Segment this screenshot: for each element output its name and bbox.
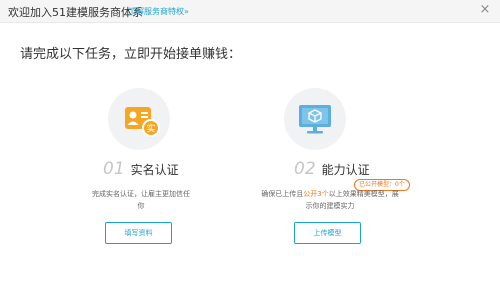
- desc-highlight: 公开3个: [303, 190, 329, 198]
- task-title: 实名认证: [130, 163, 179, 177]
- upload-model-button[interactable]: 上传模型: [294, 222, 361, 244]
- close-icon[interactable]: ×: [478, 3, 492, 17]
- task-number: 01: [103, 159, 125, 179]
- monitor-cube-icon: [284, 88, 346, 150]
- id-card-icon: 实: [108, 88, 170, 150]
- task-heading: 02 能力认证: [294, 159, 370, 179]
- task-number: 02: [294, 159, 316, 179]
- task-description: 确保已上传且公开3个以上效果精美模型，展示你的建模实力: [260, 188, 400, 212]
- svg-text:实: 实: [146, 123, 155, 135]
- learn-privileges-link[interactable]: 了解服务商特权»: [128, 6, 189, 17]
- title-bar: 欢迎加入51建模服务商体系 了解服务商特权» ×: [0, 0, 500, 23]
- fill-info-button[interactable]: 填写资料: [105, 222, 172, 244]
- window-title: 欢迎加入51建模服务商体系: [8, 6, 143, 19]
- task-heading: 01 实名认证: [103, 159, 179, 179]
- instruction-text: 请完成以下任务，立即开始接单赚钱：: [20, 47, 242, 62]
- desc-prefix: 确保已上传且: [261, 190, 304, 198]
- task-card-ability: 02 能力认证 已公开模型：0个 确保已上传且公开3个以上效果精美模型，展示你的建…: [230, 88, 430, 258]
- task-description: 完成实名认证，让雇主更加信任你: [92, 190, 190, 210]
- task-title: 能力认证: [321, 163, 370, 177]
- task-card-real-name: 实 01 实名认证 完成实名认证，让雇主更加信任你 填写资料: [41, 88, 241, 258]
